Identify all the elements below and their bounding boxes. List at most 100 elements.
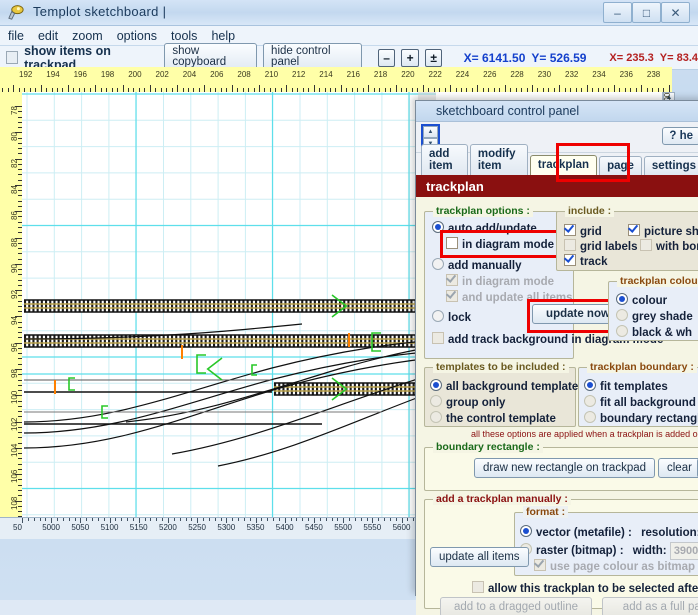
checkbox-manual-update-all-row[interactable]: and update all items [446, 290, 573, 305]
tab-add-item[interactable]: add item [421, 144, 468, 175]
sleeper [99, 300, 102, 312]
radio-control-template-row[interactable]: the control template [430, 411, 556, 426]
checkbox-with-borders[interactable] [640, 239, 652, 251]
sleeper [196, 300, 199, 312]
checkbox-include-grid-labels[interactable] [564, 239, 576, 251]
radio-grey-shade-row[interactable]: grey shade [616, 309, 693, 324]
checkbox-include-grid-label: grid [580, 226, 602, 238]
show-items-checkbox[interactable] [6, 51, 19, 64]
sleeper [284, 300, 287, 312]
radio-add-manually-label: add manually [448, 260, 522, 272]
radio-boundary-rectangle-row[interactable]: boundary rectangle [584, 411, 698, 426]
ruler-tick [360, 518, 362, 521]
radio-fit-templates[interactable] [584, 379, 596, 391]
width-input[interactable]: 3900 [669, 542, 698, 560]
radio-grey-shade[interactable] [616, 309, 628, 321]
radio-fit-templates-row[interactable]: fit templates [584, 379, 668, 394]
checkbox-include-grid[interactable] [564, 224, 576, 236]
sleeper [330, 335, 333, 347]
ruler-tick [177, 85, 179, 92]
sleeper [213, 300, 216, 312]
application-window: Templot sketchboard | – □ ✕ file edit zo… [0, 0, 698, 615]
checkbox-add-track-background[interactable] [432, 332, 444, 344]
ruler-bottom-label: 5050 [71, 523, 90, 532]
checkbox-use-page-colour[interactable] [534, 559, 546, 571]
radio-boundary-rectangle[interactable] [584, 411, 596, 423]
checkbox-manual-diagram-mode[interactable] [446, 274, 458, 286]
sleeper [120, 300, 123, 312]
radio-black-white[interactable] [616, 325, 628, 337]
radio-lock[interactable] [432, 310, 444, 322]
radio-vector-row[interactable]: vector (metafile) : resolution: 600 [520, 524, 698, 542]
radio-grey-shade-label: grey shade [632, 311, 693, 323]
menu-edit[interactable]: edit [38, 29, 58, 43]
sleeper [28, 335, 31, 347]
radio-lock-row[interactable]: lock [432, 310, 471, 325]
checkbox-with-borders-row[interactable]: with bor [640, 239, 698, 254]
radio-add-manually[interactable] [432, 258, 444, 270]
checkbox-include-picture-shapes[interactable] [628, 224, 640, 236]
sleeper [221, 335, 224, 347]
radio-black-white-row[interactable]: black & wh [616, 325, 692, 340]
radio-vector-metafile[interactable] [520, 525, 532, 537]
maximize-button[interactable]: □ [632, 2, 661, 23]
checkbox-use-page-colour-row[interactable]: use page colour as bitmap backgr [534, 559, 698, 574]
radio-all-background-templates[interactable] [430, 379, 442, 391]
zoom-in-button[interactable]: + [401, 48, 419, 67]
radio-fit-all-background-shapes-row[interactable]: fit all background sha [584, 395, 698, 410]
spinner-up-icon[interactable]: ▲ [423, 126, 438, 138]
radio-group-only-row[interactable]: group only [430, 395, 505, 410]
window-title: Templot sketchboard | [33, 4, 167, 19]
checkbox-include-track-row[interactable]: track [564, 254, 608, 269]
menu-file[interactable]: file [8, 29, 24, 43]
checkbox-include-grid-row[interactable]: grid [564, 224, 602, 239]
checkbox-allow-select[interactable] [472, 581, 484, 593]
ruler-bottom-label: 5450 [305, 523, 323, 532]
tab-page[interactable]: page [599, 156, 642, 175]
radio-auto-add-update-row[interactable]: auto add/update [432, 221, 537, 236]
tab-modify-item[interactable]: modify item [469, 144, 528, 175]
sleeper [74, 335, 77, 347]
menu-zoom[interactable]: zoom [72, 29, 103, 43]
clear-rectangle-button[interactable]: clear [658, 458, 698, 478]
checkbox-include-picture-shapes-row[interactable]: picture shap [628, 224, 698, 239]
radio-fit-all-background-shapes[interactable] [584, 395, 596, 407]
checkbox-auto-diagram-mode-row[interactable]: in diagram mode [446, 237, 554, 252]
checkbox-manual-update-all[interactable] [446, 290, 458, 302]
radio-colour-row[interactable]: colour [616, 293, 667, 308]
sleeper [145, 300, 148, 312]
tab-settings[interactable]: settings [643, 156, 698, 175]
menu-help[interactable]: help [211, 29, 235, 43]
checkbox-include-grid-labels-row[interactable]: grid labels [564, 239, 638, 254]
minimize-button[interactable]: – [603, 2, 632, 23]
checkbox-auto-diagram-mode[interactable] [446, 237, 458, 249]
zoom-fit-button[interactable]: ± [424, 48, 443, 67]
radio-raster-row[interactable]: raster (bitmap) : width: 3900 dots [520, 542, 698, 560]
menu-tools[interactable]: tools [171, 29, 197, 43]
radio-colour[interactable] [616, 293, 628, 305]
help-button[interactable]: ? he [662, 127, 698, 145]
sleeper [78, 300, 81, 312]
radio-control-template[interactable] [430, 411, 442, 423]
update-all-items-button[interactable]: update all items [430, 547, 529, 567]
close-button[interactable]: ✕ [661, 2, 690, 23]
menu-options[interactable]: options [117, 29, 157, 43]
radio-auto-add-update[interactable] [432, 221, 444, 233]
ruler-bottom-label: 5150 [129, 523, 148, 532]
ruler-bottom-label: 5600 [392, 523, 411, 532]
zoom-out-button[interactable]: – [377, 48, 396, 67]
tab-trackplan[interactable]: trackplan [529, 155, 598, 175]
radio-group-only[interactable] [430, 395, 442, 407]
sleeper [32, 300, 35, 312]
radio-fit-all-background-shapes-label: fit all background sha [600, 397, 698, 409]
tab-strip: add item modify item trackplan page sett… [416, 143, 698, 182]
checkbox-allow-select-row[interactable]: allow this trackplan to be selected afte… [472, 581, 698, 596]
draw-new-rectangle-button[interactable]: draw new rectangle on trackpad [474, 458, 656, 478]
checkbox-use-page-colour-label: use page colour as bitmap backgr [550, 561, 698, 573]
radio-all-background-templates-row[interactable]: all background templates [430, 379, 585, 394]
sleeper [337, 383, 340, 395]
sleeper [408, 383, 411, 395]
checkbox-manual-diagram-mode-row[interactable]: in diagram mode [446, 274, 554, 289]
radio-add-manually-row[interactable]: add manually [432, 258, 522, 273]
checkbox-include-track[interactable] [564, 254, 576, 266]
